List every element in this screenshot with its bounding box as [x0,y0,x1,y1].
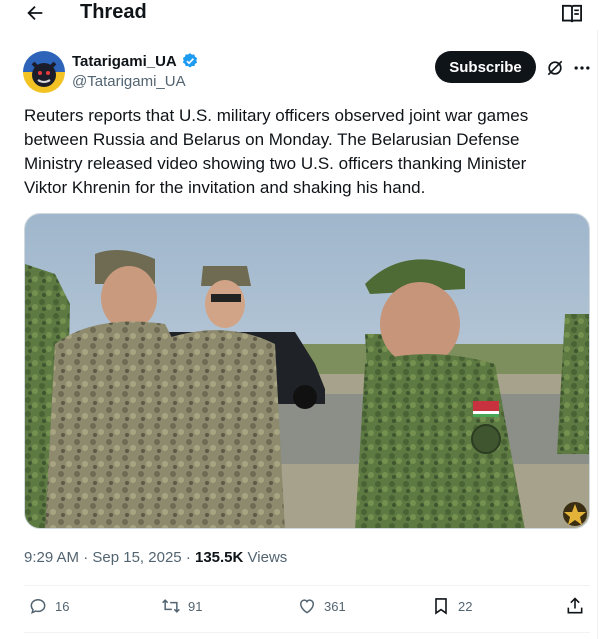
page-title: Thread [80,1,147,23]
grok-icon[interactable] [545,58,565,78]
tweet-line: Ministry released video showing two U.S.… [24,154,527,173]
views-count: 135.5K [194,549,244,566]
repost-button[interactable]: 91 [161,596,202,616]
author-handle[interactable]: @Tatarigami_UA [72,73,186,90]
arrow-left-icon[interactable] [24,2,46,24]
share-icon [567,597,583,614]
tweet-actions: 16 91 361 22 [24,596,590,622]
reply-icon [30,598,46,615]
bookmark-button[interactable]: 22 [431,596,472,616]
avatar[interactable] [23,51,65,93]
reply-button[interactable]: 16 [28,596,69,616]
divider [24,632,590,633]
column-border [597,30,598,639]
reader-mode-icon[interactable] [561,4,583,24]
top-bar: Thread [0,0,609,28]
author-name[interactable]: Tatarigami_UA [72,53,177,70]
meta-separator: · [185,549,191,566]
tweet-media-image[interactable] [24,213,590,529]
tweet-date[interactable]: Sep 15, 2025 [92,549,181,566]
tweet-line: between Russia and Belarus on Monday. Th… [24,130,520,149]
tweet-text: Reuters reports that U.S. military offic… [24,104,579,200]
repost-icon [162,599,180,613]
bookmark-icon [435,598,447,615]
repost-count: 91 [188,598,203,614]
like-button[interactable]: 361 [297,596,346,616]
divider [24,585,590,586]
meta-separator: · [83,549,89,566]
tweet-line: Viktor Khrenin for the invitation and sh… [24,178,426,197]
tweet-meta: 9:29 AM · Sep 15, 2025 · 135.5K Views [24,549,287,566]
views-label: Views [247,549,288,566]
tweet-time[interactable]: 9:29 AM [24,549,79,566]
author-name-row[interactable]: Tatarigami_UA [72,52,199,70]
tweet-line: Reuters reports that U.S. military offic… [24,106,529,125]
verified-badge-icon [182,53,197,68]
more-options-icon[interactable] [572,58,592,78]
like-count: 361 [324,598,346,614]
share-button[interactable] [565,596,585,616]
subscribe-button[interactable]: Subscribe [435,51,536,83]
reply-count: 16 [55,598,70,614]
bookmark-count: 22 [458,598,473,614]
heart-icon [299,599,315,614]
